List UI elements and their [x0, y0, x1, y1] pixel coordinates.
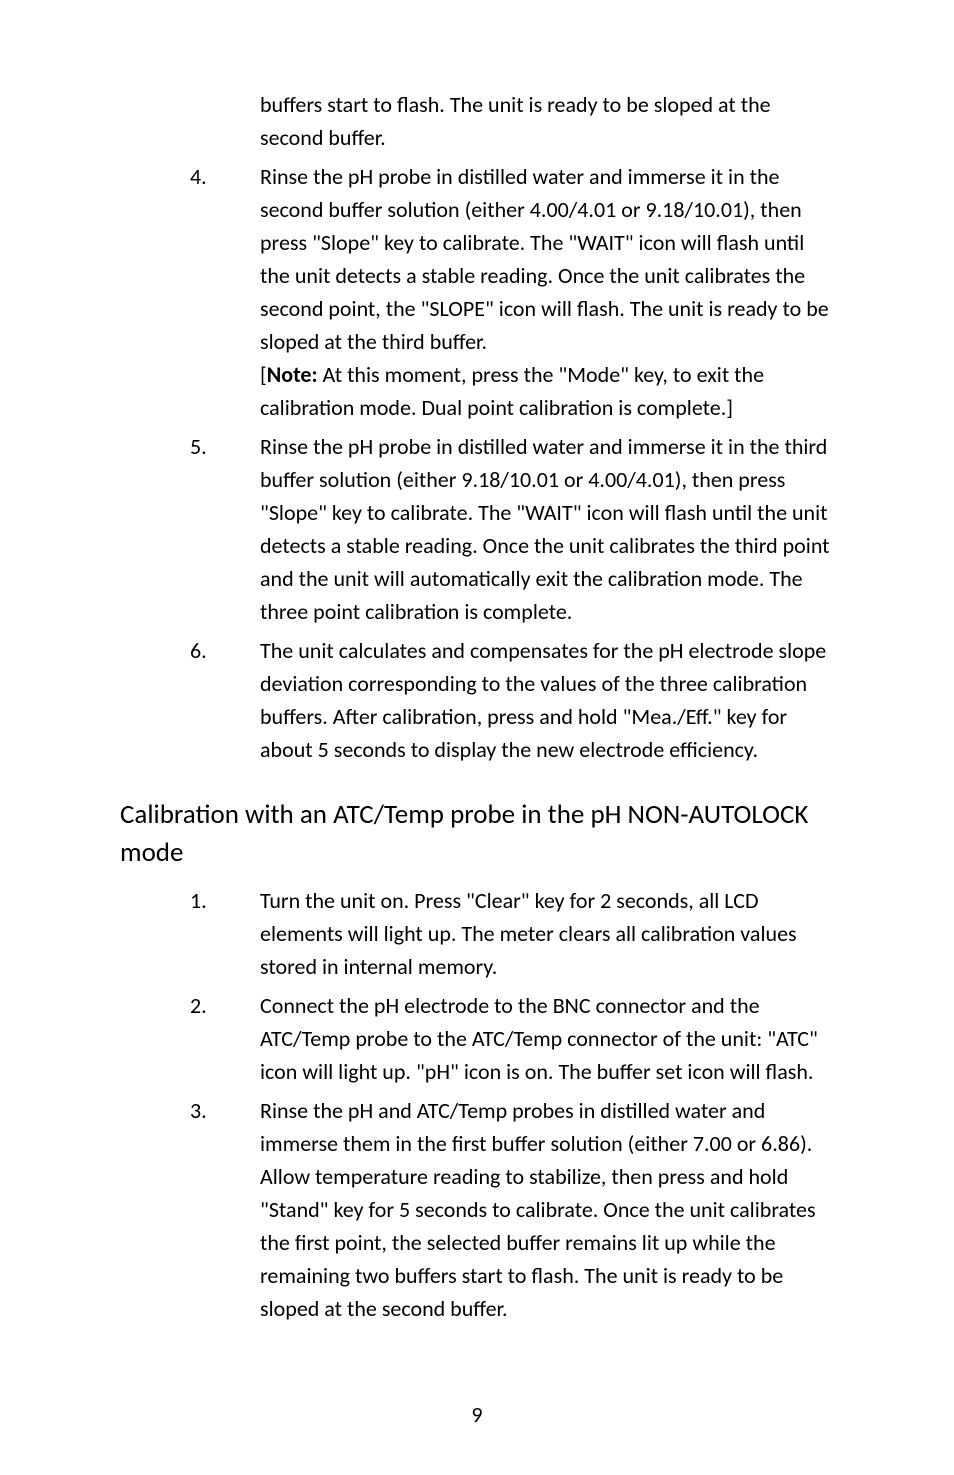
note-body: At this moment, press the "Mode" key, to…	[260, 361, 764, 421]
section-heading: Calibration with an ATC/Temp probe in th…	[120, 796, 834, 872]
list-text: Rinse the pH probe in distilled water an…	[260, 430, 834, 628]
list-number	[190, 88, 260, 154]
list-number: 3.	[190, 1094, 260, 1325]
list-text: The unit calculates and compensates for …	[260, 634, 834, 766]
list-item: 5. Rinse the pH probe in distilled water…	[190, 430, 834, 628]
list-number: 6.	[190, 634, 260, 766]
list-item: 1. Turn the unit on. Press "Clear" key f…	[190, 884, 834, 983]
list-item: buffers start to flash. The unit is read…	[190, 88, 834, 154]
list-number: 1.	[190, 884, 260, 983]
list-number: 4.	[190, 160, 260, 424]
list-item: 4. Rinse the pH probe in distilled water…	[190, 160, 834, 424]
list-item: 6. The unit calculates and compensates f…	[190, 634, 834, 766]
page-number: 9	[0, 1398, 954, 1431]
list-item: 2. Connect the pH electrode to the BNC c…	[190, 989, 834, 1088]
list-number: 5.	[190, 430, 260, 628]
note-bracket-open: [	[260, 361, 267, 388]
list-text: Rinse the pH probe in distilled water an…	[260, 160, 834, 424]
list-text: buffers start to flash. The unit is read…	[260, 88, 834, 154]
list-text: Rinse the pH and ATC/Temp probes in dist…	[260, 1094, 834, 1325]
second-list: 1. Turn the unit on. Press "Clear" key f…	[190, 884, 834, 1325]
list-body: Rinse the pH probe in distilled water an…	[260, 163, 829, 355]
list-text: Connect the pH electrode to the BNC conn…	[260, 989, 834, 1088]
list-number: 2.	[190, 989, 260, 1088]
list-text: Turn the unit on. Press "Clear" key for …	[260, 884, 834, 983]
note-label: Note:	[267, 361, 318, 388]
continuation-block: buffers start to flash. The unit is read…	[190, 88, 834, 766]
list-item: 3. Rinse the pH and ATC/Temp probes in d…	[190, 1094, 834, 1325]
